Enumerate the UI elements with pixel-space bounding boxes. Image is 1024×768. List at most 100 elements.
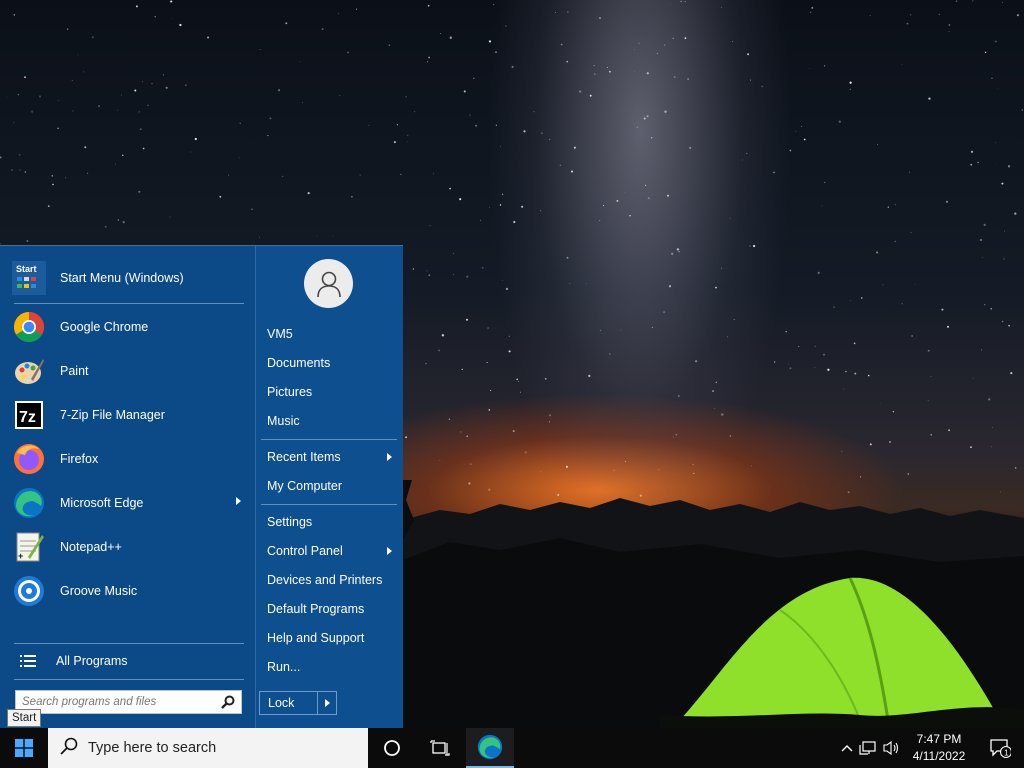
star <box>13 14 15 16</box>
notification-count: 1 <box>1004 749 1009 758</box>
menu-item-default-programs[interactable]: Default Programs <box>260 596 396 622</box>
star <box>57 127 59 130</box>
star <box>299 61 301 63</box>
taskbar-edge-button[interactable] <box>466 728 514 768</box>
program-microsoft-edge[interactable]: Microsoft Edge <box>12 483 247 523</box>
shutdown-options-button[interactable] <box>318 692 336 714</box>
program-start-menu-windows[interactable]: Start Start Menu (Windows) <box>12 258 247 298</box>
all-programs-button[interactable]: All Programs <box>12 648 247 674</box>
star <box>629 214 631 217</box>
star <box>801 126 802 128</box>
svg-text:+: + <box>18 551 23 561</box>
star <box>1021 109 1023 111</box>
star <box>729 217 731 219</box>
program-7zip[interactable]: 7z 7-Zip File Manager <box>12 395 247 435</box>
star <box>1010 371 1013 375</box>
star <box>71 80 73 82</box>
star <box>845 370 847 373</box>
star <box>238 157 240 159</box>
menu-item-recent-items[interactable]: Recent Items <box>260 444 396 470</box>
cortana-button[interactable] <box>368 728 416 768</box>
volume-icon[interactable] <box>880 740 902 756</box>
star <box>651 326 653 328</box>
star <box>643 117 646 120</box>
star <box>752 244 756 248</box>
lock-button-group: Lock <box>259 691 337 715</box>
firefox-icon <box>12 442 46 476</box>
action-center-button[interactable]: 1 <box>976 728 1024 768</box>
program-google-chrome[interactable]: Google Chrome <box>12 307 247 347</box>
task-view-icon <box>430 740 450 756</box>
star <box>798 346 800 347</box>
star <box>466 318 468 321</box>
menu-item-run[interactable]: Run... <box>260 654 396 680</box>
program-paint[interactable]: Paint <box>12 351 247 391</box>
start-search-box[interactable] <box>15 690 242 714</box>
menu-item-help-and-support[interactable]: Help and Support <box>260 625 396 651</box>
star <box>927 349 930 352</box>
star <box>388 44 391 46</box>
star <box>625 461 626 462</box>
star <box>508 350 511 353</box>
menu-item-vm5[interactable]: VM5 <box>260 321 396 347</box>
star <box>228 174 230 176</box>
star <box>599 17 601 19</box>
start-search-input[interactable] <box>16 691 206 713</box>
green-tent <box>660 577 1024 728</box>
star <box>606 66 609 68</box>
edge-icon <box>12 486 46 520</box>
star <box>412 268 415 270</box>
star <box>87 172 89 174</box>
star <box>854 372 857 375</box>
show-hidden-icons-chevron-up-icon[interactable] <box>838 744 856 752</box>
star <box>732 41 734 42</box>
program-firefox[interactable]: Firefox <box>12 439 247 479</box>
search-icon[interactable] <box>221 695 235 714</box>
star <box>774 361 776 363</box>
menu-item-devices-and-printers[interactable]: Devices and Printers <box>260 567 396 593</box>
star <box>154 16 156 18</box>
star <box>720 6 722 8</box>
start-button[interactable] <box>0 728 48 768</box>
menu-item-settings[interactable]: Settings <box>260 509 396 535</box>
program-notepadpp[interactable]: + Notepad++ <box>12 527 247 567</box>
menu-item-pictures[interactable]: Pictures <box>260 379 396 405</box>
star <box>656 53 658 55</box>
program-label: Microsoft Edge <box>60 496 144 510</box>
star <box>620 329 622 331</box>
star <box>565 465 568 468</box>
star <box>809 67 810 69</box>
task-view-button[interactable] <box>416 728 464 768</box>
star <box>117 219 120 221</box>
network-icon[interactable] <box>856 740 880 756</box>
star <box>511 65 514 68</box>
menu-item-music[interactable]: Music <box>260 408 396 434</box>
lock-button[interactable]: Lock <box>260 692 318 714</box>
taskbar-search-box[interactable]: Type here to search <box>48 728 368 768</box>
star <box>646 115 649 118</box>
star <box>162 74 165 76</box>
star <box>66 28 69 30</box>
star <box>548 414 552 417</box>
star <box>1003 258 1005 260</box>
star <box>647 197 650 200</box>
star <box>65 177 67 179</box>
star <box>915 283 916 285</box>
star <box>711 390 715 393</box>
start-menu-places-pane: VM5 Documents Pictures Music Recent Item… <box>255 246 403 729</box>
program-groove-music[interactable]: Groove Music <box>12 571 247 611</box>
cortana-circle-icon <box>384 740 400 756</box>
star <box>876 251 879 254</box>
star <box>58 99 60 101</box>
menu-item-my-computer[interactable]: My Computer <box>260 473 396 499</box>
menu-item-control-panel[interactable]: Control Panel <box>260 538 396 564</box>
star <box>907 473 909 475</box>
star <box>585 282 587 284</box>
menu-item-documents[interactable]: Documents <box>260 350 396 376</box>
clock[interactable]: 7:47 PM 4/11/2022 <box>906 731 972 765</box>
star <box>814 367 816 369</box>
user-avatar[interactable] <box>304 259 353 308</box>
star <box>438 349 441 352</box>
divider <box>261 504 397 505</box>
star <box>972 377 974 379</box>
